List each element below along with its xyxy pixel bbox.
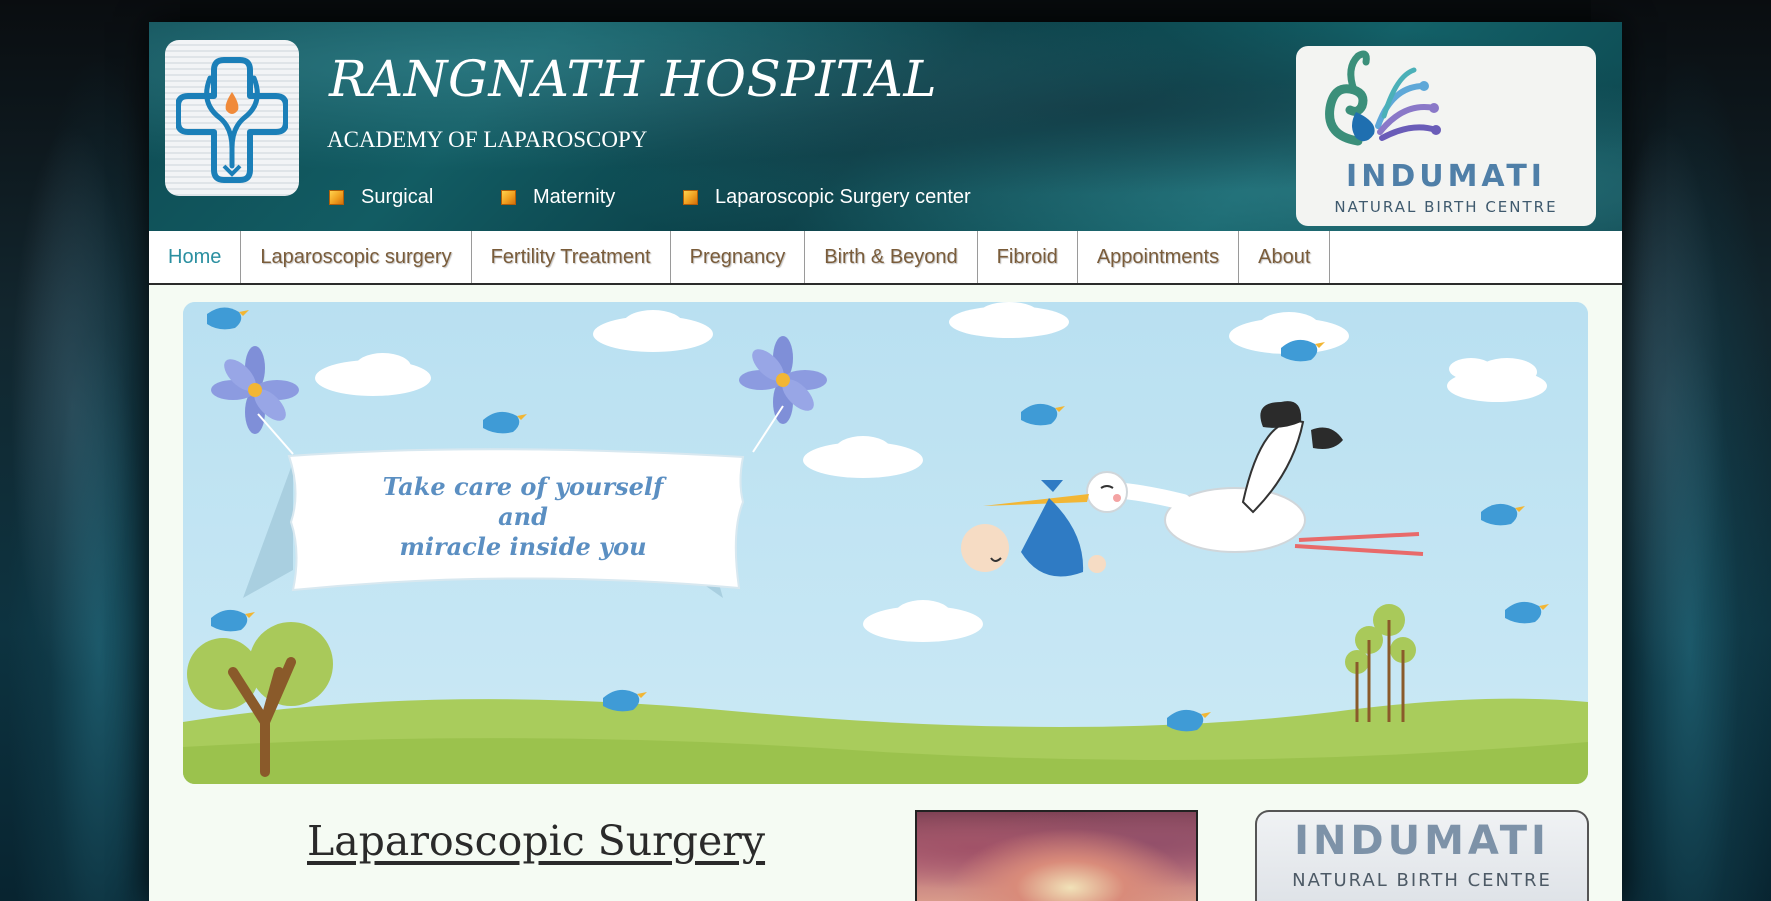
page-container: RANGNATH HOSPITAL ACADEMY OF LAPAROSCOPY… [149,22,1622,901]
indumati-logo[interactable]: INDUMATI NATURAL BIRTH CENTRE [1296,46,1596,226]
banner-line-2: and [498,502,548,531]
main-nav: Home Laparoscopic surgery Fertility Trea… [149,231,1622,285]
laparoscopy-thumbnail[interactable] [915,810,1198,901]
hospital-subtitle: ACADEMY OF LAPAROSCOPY [327,127,648,152]
bullet-icon [501,190,516,205]
indumati-link-subtitle: NATURAL BIRTH CENTRE [1292,870,1552,891]
bullet-icon [329,190,344,205]
indumati-link-name: INDUMATI [1294,818,1550,864]
tagline-label: Surgical [361,186,434,208]
site-header: RANGNATH HOSPITAL ACADEMY OF LAPAROSCOPY… [149,22,1622,231]
indumati-name: INDUMATI [1346,159,1546,194]
nav-item-fibroid[interactable]: Fibroid [978,231,1078,283]
hospital-logo[interactable] [165,40,299,196]
nav-item-laparoscopic-surgery[interactable]: Laparoscopic surgery [241,231,472,283]
nav-item-birth-beyond[interactable]: Birth & Beyond [805,231,978,283]
tagline-surgical: Surgical [329,186,433,209]
section-title[interactable]: Laparoscopic Surgery [307,817,765,865]
tagline-maternity: Maternity [501,186,615,209]
tagline-label: Maternity [533,186,616,208]
banner-line-3: miracle inside you [399,532,647,561]
bullet-icon [683,190,698,205]
nav-item-pregnancy[interactable]: Pregnancy [671,231,806,283]
hero-banner: Take care of yourself and miracle inside… [183,302,1588,784]
tagline-label: Laparoscopic Surgery center [715,186,971,208]
tagline-laparoscopic: Laparoscopic Surgery center [683,186,971,209]
nav-item-fertility-treatment[interactable]: Fertility Treatment [472,231,671,283]
indumati-subtitle: NATURAL BIRTH CENTRE [1334,198,1558,216]
nav-item-home[interactable]: Home [149,231,242,283]
swan-peacock-logo-icon [1325,50,1441,146]
hospital-cross-logo-icon [176,57,288,183]
banner-message: Take care of yourself and miracle inside… [353,472,693,562]
indumati-link[interactable]: INDUMATI NATURAL BIRTH CENTRE [1255,810,1589,901]
hospital-name: RANGNATH HOSPITAL [329,50,938,108]
nav-item-about[interactable]: About [1239,231,1331,283]
banner-line-1: Take care of yourself [382,472,664,501]
nav-item-appointments[interactable]: Appointments [1078,231,1240,283]
